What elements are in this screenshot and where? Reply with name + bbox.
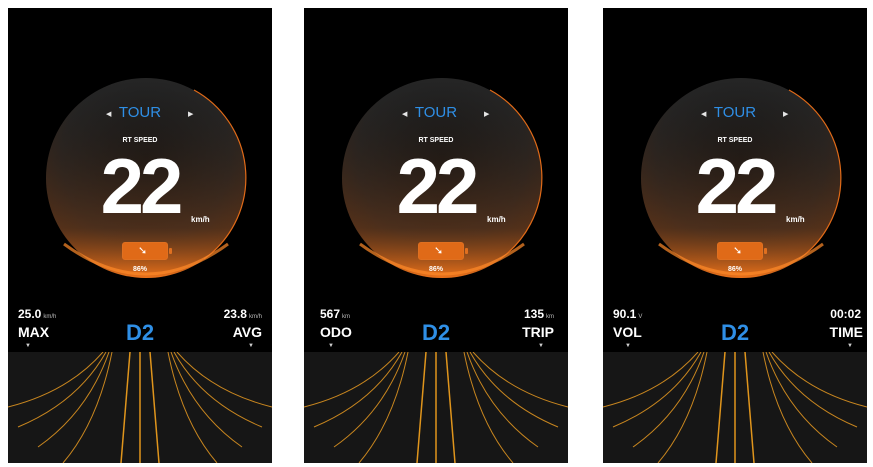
road-graphic xyxy=(8,351,272,463)
dashboard-screen-1: ◀ TOUR ▶ RT SPEED 22 km/h ➘ 86% 25.0 km/h… xyxy=(8,8,272,463)
battery-tip xyxy=(169,248,172,254)
caret-down-icon[interactable]: ▼ xyxy=(538,343,544,349)
road-graphic xyxy=(304,351,568,463)
left-stat-value: 567 km xyxy=(320,307,350,321)
gear-indicator: D2 xyxy=(720,320,750,345)
road-graphic xyxy=(603,351,867,463)
charging-battery-icon: ➘ xyxy=(418,242,468,260)
speed-unit: km/h xyxy=(191,215,210,224)
dashboard-screen-3: ◀ TOUR ▶ RT SPEED 22 km/h ➘ 86% 90.1 V VO… xyxy=(603,8,867,463)
dashboard-screen-2: ◀ TOUR ▶ RT SPEED 22 km/h ➘ 86% 567 km OD… xyxy=(304,8,568,463)
right-stat-number: 135 xyxy=(523,307,544,321)
battery-percent: 86% xyxy=(132,266,147,273)
right-stat-label[interactable]: AVG xyxy=(233,324,262,340)
lightning-icon: ➘ xyxy=(138,245,148,257)
lightning-icon: ➘ xyxy=(733,245,743,257)
mode-label[interactable]: TOUR xyxy=(603,104,867,121)
speed-value: 22 xyxy=(100,142,184,230)
battery-percent: 86% xyxy=(727,266,742,273)
lightning-icon: ➘ xyxy=(434,245,444,257)
left-stat-value: 25.0 km/h xyxy=(18,307,56,321)
caret-down-icon[interactable]: ▼ xyxy=(847,343,853,349)
left-stat-number: 90.1 xyxy=(613,307,637,321)
mode-label[interactable]: TOUR xyxy=(304,104,568,121)
right-triangle-icon[interactable]: ▶ xyxy=(783,110,788,118)
right-stat-value: 23.8 km/h xyxy=(224,307,262,321)
right-stat-number: 00:02 xyxy=(830,307,861,321)
right-triangle-icon[interactable]: ▶ xyxy=(484,110,489,118)
right-triangle-icon[interactable]: ▶ xyxy=(188,110,193,118)
battery-tip xyxy=(465,248,468,254)
mode-label[interactable]: TOUR xyxy=(8,104,272,121)
battery-percent: 86% xyxy=(428,266,443,273)
battery-tip xyxy=(764,248,767,254)
speed-unit: km/h xyxy=(786,215,805,224)
left-stat-number: 567 xyxy=(320,307,341,321)
right-stat-value: 135 km xyxy=(524,307,554,321)
speed-value: 22 xyxy=(695,142,779,230)
right-stat-number: 23.8 xyxy=(223,307,247,321)
charging-battery-icon: ➘ xyxy=(717,242,767,260)
right-stat-unit: km/h xyxy=(248,314,262,320)
right-stat-label[interactable]: TIME xyxy=(830,324,863,340)
right-stat-label[interactable]: TRIP xyxy=(522,324,554,340)
caret-down-icon[interactable]: ▼ xyxy=(248,343,254,349)
right-stat-unit: km xyxy=(546,314,554,320)
left-stat-value: 90.1 V xyxy=(613,307,642,321)
charging-battery-icon: ➘ xyxy=(122,242,172,260)
left-stat-number: 25.0 xyxy=(18,307,42,321)
speed-value: 22 xyxy=(396,142,480,230)
right-stat-value: 00:02 xyxy=(830,307,863,321)
speed-unit: km/h xyxy=(487,215,506,224)
